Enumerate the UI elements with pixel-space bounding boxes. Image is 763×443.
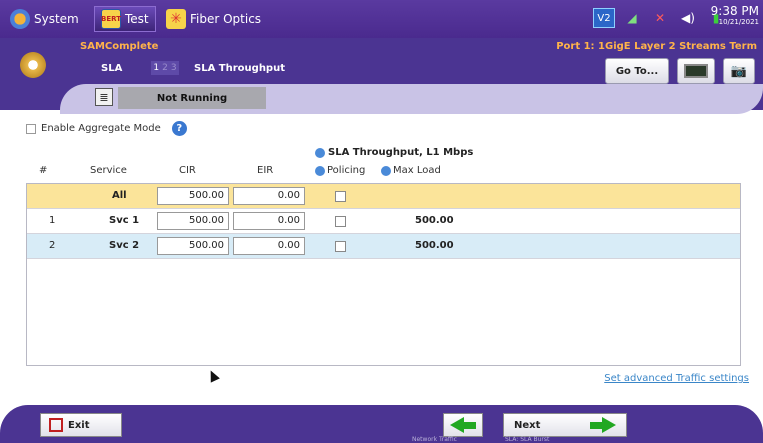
app-name: SAMComplete bbox=[80, 41, 159, 52]
col-num: # bbox=[39, 165, 48, 176]
goto-button[interactable]: Go To... bbox=[605, 58, 669, 84]
sla-throughput-header-label: SLA Throughput, L1 Mbps bbox=[328, 147, 474, 158]
wifi-off-icon[interactable]: ✕ bbox=[649, 8, 671, 28]
col-cir: CIR bbox=[179, 165, 196, 176]
col-max-load-label: Max Load bbox=[393, 165, 441, 176]
info-icon[interactable] bbox=[315, 147, 325, 158]
back-caption: Network Traffic bbox=[412, 436, 457, 443]
max-load-info-icon[interactable] bbox=[381, 165, 391, 176]
cir-input-all[interactable]: 500.00 bbox=[157, 187, 229, 205]
exit-label: Exit bbox=[68, 419, 90, 431]
page-title: SLA Throughput bbox=[194, 63, 285, 74]
next-caption: SLA: SLA Burst bbox=[505, 436, 550, 443]
row-max-load: 500.00 bbox=[415, 215, 454, 226]
step-3: 3 bbox=[170, 63, 177, 73]
camera-icon: 📷 bbox=[730, 63, 748, 79]
cir-input-svc2[interactable]: 500.00 bbox=[157, 237, 229, 255]
system-icon bbox=[10, 9, 30, 29]
aggregate-mode-checkbox[interactable] bbox=[26, 123, 36, 134]
col-policing: Policing bbox=[315, 165, 365, 176]
results-display-icon bbox=[684, 64, 708, 78]
tab-fiber-optics-label: Fiber Optics bbox=[190, 12, 262, 26]
arrow-right-head bbox=[602, 417, 616, 433]
exit-button[interactable]: Exit bbox=[40, 413, 122, 437]
cir-input-svc1[interactable]: 500.00 bbox=[157, 212, 229, 230]
clock-time: 9:38 PM bbox=[710, 4, 759, 18]
aggregate-mode-label: Enable Aggregate Mode bbox=[41, 123, 161, 134]
row-service: Svc 1 bbox=[109, 215, 140, 226]
table-row: 2 Svc 2 500.00 0.00 500.00 bbox=[27, 234, 740, 259]
sla-throughput-header: SLA Throughput, L1 Mbps bbox=[315, 147, 473, 158]
mouse-cursor-icon bbox=[206, 368, 220, 383]
port-info: Port 1: 1GigE Layer 2 Streams Term bbox=[556, 41, 757, 52]
section-label: SLA bbox=[101, 63, 123, 74]
gear-icon[interactable] bbox=[18, 50, 48, 80]
tab-fiber-optics[interactable]: ✳ Fiber Optics bbox=[160, 6, 267, 32]
row-num: 2 bbox=[49, 240, 56, 251]
results-display-button[interactable] bbox=[677, 58, 715, 84]
clock: 9:38 PM 10/21/2021 bbox=[711, 4, 759, 26]
eir-input-svc1[interactable]: 0.00 bbox=[233, 212, 305, 230]
table-row-all: All 500.00 0.00 bbox=[27, 184, 740, 209]
policing-checkbox-svc2[interactable] bbox=[335, 241, 346, 252]
eir-input-svc2[interactable]: 0.00 bbox=[233, 237, 305, 255]
tab-system[interactable]: System bbox=[4, 6, 85, 32]
col-eir: EIR bbox=[257, 165, 274, 176]
tab-test-label: Test bbox=[125, 12, 149, 26]
advanced-traffic-settings-link[interactable]: Set advanced Traffic settings bbox=[604, 373, 749, 384]
row-service: Svc 2 bbox=[109, 240, 140, 251]
status-icons: V2 ◢ ✕ ◀) ▮ bbox=[593, 8, 727, 28]
tab-system-label: System bbox=[34, 12, 79, 26]
row-num: 1 bbox=[49, 215, 56, 226]
bert-test-icon: BERT bbox=[101, 9, 121, 29]
row-max-load: 500.00 bbox=[415, 240, 454, 251]
arrow-right-shaft bbox=[590, 421, 602, 429]
aggregate-mode-row: Enable Aggregate Mode ? bbox=[26, 121, 187, 136]
next-label: Next bbox=[514, 419, 541, 431]
step-1: 1 bbox=[153, 63, 160, 73]
next-button[interactable]: Next bbox=[503, 413, 627, 437]
clock-date: 10/21/2021 bbox=[718, 18, 759, 26]
step-indicator: 1 2 3 bbox=[151, 61, 179, 75]
policing-checkbox-all[interactable] bbox=[335, 191, 346, 202]
back-button[interactable] bbox=[443, 413, 483, 437]
arrow-right-icon bbox=[590, 417, 616, 433]
arrow-left-icon bbox=[450, 417, 464, 433]
row-service: All bbox=[112, 190, 127, 201]
services-table: All 500.00 0.00 1 Svc 1 500.00 0.00 500.… bbox=[26, 183, 741, 366]
eir-input-all[interactable]: 0.00 bbox=[233, 187, 305, 205]
help-icon[interactable]: ? bbox=[171, 121, 187, 136]
col-service: Service bbox=[90, 165, 127, 176]
exit-icon bbox=[49, 418, 63, 432]
link-status-icon[interactable]: ◢ bbox=[621, 8, 643, 28]
speaker-icon[interactable]: ◀) bbox=[677, 8, 699, 28]
fiber-optics-icon: ✳ bbox=[166, 9, 186, 29]
policing-info-icon[interactable] bbox=[315, 165, 325, 176]
document-icon[interactable]: ≣ bbox=[95, 88, 113, 106]
tab-test[interactable]: BERT Test bbox=[94, 6, 156, 32]
arrow-left-shaft bbox=[464, 421, 476, 429]
step-2: 2 bbox=[162, 63, 168, 73]
col-max-load: Max Load bbox=[381, 165, 441, 176]
run-status: Not Running bbox=[118, 87, 266, 109]
v2-status-icon[interactable]: V2 bbox=[593, 8, 615, 28]
camera-button[interactable]: 📷 bbox=[723, 58, 755, 84]
table-row: 1 Svc 1 500.00 0.00 500.00 bbox=[27, 209, 740, 234]
policing-checkbox-svc1[interactable] bbox=[335, 216, 346, 227]
col-policing-label: Policing bbox=[327, 165, 366, 176]
